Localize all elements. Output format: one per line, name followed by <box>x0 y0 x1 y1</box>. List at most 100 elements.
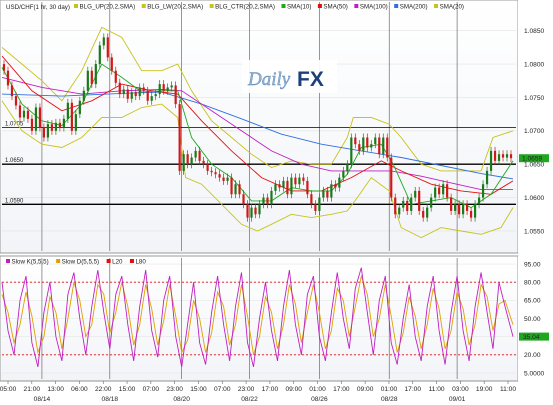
candle-body-102 <box>406 200 409 211</box>
time-tick-label-9: 07:00 <box>214 386 231 393</box>
candle-body-83 <box>330 184 333 198</box>
candle-body-46 <box>182 154 185 171</box>
time-tick-label-12: 09:00 <box>285 386 302 393</box>
date-label-3: 08/22 <box>241 396 258 403</box>
candle-body-127 <box>505 154 509 158</box>
candle-body-105 <box>418 190 421 211</box>
price-tick-label-0: 1.0850 <box>524 28 545 35</box>
candle-body-7 <box>26 110 30 119</box>
time-tick-label-18: 11:00 <box>429 386 445 393</box>
date-label-1: 08/18 <box>102 396 119 403</box>
candle-body-69 <box>274 184 277 191</box>
candle-body-35 <box>138 87 141 97</box>
candle-body-48 <box>190 157 193 165</box>
candle-body-115 <box>458 204 461 215</box>
time-tick-label-15: 09:00 <box>357 386 374 393</box>
price-tick-label-2: 1.0750 <box>524 95 545 102</box>
candle-body-19 <box>74 114 77 131</box>
candle-body-1 <box>2 64 6 71</box>
candle-body-118 <box>469 210 473 218</box>
price-tick-label-4: 1.0650 <box>524 162 545 169</box>
candle-body-111 <box>442 184 445 195</box>
stochastic-panel: Slow K(5,5,5) Slow D(5,5,5) L20 L80 <box>0 255 519 382</box>
time-tick-label-11: 17:00 <box>262 386 279 393</box>
time-tick-label-10: 23:00 <box>238 386 255 393</box>
candle-body-44 <box>174 85 177 105</box>
candle-body-57 <box>226 177 229 181</box>
logo-part-fx: FX <box>297 68 324 91</box>
candle-body-88 <box>350 137 353 165</box>
candle-body-122 <box>485 170 489 185</box>
candle-body-87 <box>346 164 349 171</box>
candle-body-65 <box>258 204 261 215</box>
time-tick-label-14: 17:00 <box>333 386 350 393</box>
time-tick-label-7: 23:00 <box>166 386 183 393</box>
candle-body-96 <box>382 137 385 155</box>
date-label-6: 09/01 <box>449 396 466 403</box>
stochastic-legend-swatch-1 <box>56 259 61 263</box>
time-tick-label-13: 01:00 <box>309 386 326 393</box>
candle-body-12 <box>46 124 50 138</box>
candle-body-16 <box>62 118 65 128</box>
candle-body-13 <box>50 124 54 131</box>
legend-label-2: BLG_CTR(20,2,SMA) <box>215 4 275 11</box>
candle-body-51 <box>202 160 205 165</box>
candle-body-10 <box>38 107 42 128</box>
price-tick-label-5: 1.0600 <box>524 195 545 202</box>
candle-body-27 <box>106 37 109 58</box>
stochastic-legend-swatch-2 <box>106 259 111 263</box>
candle-body-89 <box>354 137 357 145</box>
candle-body-84 <box>334 184 337 188</box>
candle-body-116 <box>462 204 465 215</box>
candle-body-41 <box>162 84 165 91</box>
candle-body-45 <box>178 104 181 171</box>
candle-body-66 <box>262 197 265 205</box>
candle-body-85 <box>338 177 341 188</box>
candle-body-82 <box>326 190 329 198</box>
date-label-0: 08/14 <box>34 396 51 403</box>
time-tick-label-5: 15:00 <box>119 386 136 393</box>
candle-body-109 <box>434 187 437 198</box>
candle-body-76 <box>302 177 305 181</box>
time-tick-label-8: 15:00 <box>190 386 207 393</box>
stochastic-tick-label-3: 50.00 <box>524 316 541 323</box>
legend-label-3: SMA(10) <box>287 4 311 11</box>
level-label-0: 1.0705 <box>5 121 24 127</box>
candle-body-47 <box>186 154 189 165</box>
candle-body-108 <box>430 197 433 208</box>
forex-chart: Daily FX 1.0705 1.0650 1.0590 USD/CHF(1 hr… <box>0 0 553 403</box>
candle-body-97 <box>386 137 389 158</box>
candle-body-93 <box>370 144 373 148</box>
level-label-2: 1.0590 <box>5 198 24 204</box>
dailyfx-logo: Daily FX <box>242 60 337 93</box>
candle-body-6 <box>22 110 26 118</box>
candle-body-124 <box>493 150 497 161</box>
stochastic-legend-swatch-0 <box>6 259 10 263</box>
candle-body-37 <box>146 90 149 101</box>
candle-body-91 <box>362 137 365 151</box>
candle-body-36 <box>142 87 145 91</box>
candle-body-30 <box>118 82 121 95</box>
time-tick-label-16: 01:00 <box>381 386 398 393</box>
legend-label-1: BLG_LW(20,2,SMA) <box>147 4 203 11</box>
candle-body-101 <box>402 200 405 208</box>
legend-swatch-3 <box>281 4 286 8</box>
candle-body-17 <box>66 102 69 119</box>
candle-body-77 <box>306 180 309 195</box>
candle-body-54 <box>214 172 217 175</box>
candle-body-92 <box>366 137 369 148</box>
candle-body-42 <box>166 87 169 91</box>
legend-swatch-5 <box>354 4 359 8</box>
candle-body-71 <box>282 180 285 188</box>
candle-body-125 <box>497 154 501 161</box>
instrument-label: USD/CHF(1 hr, 30 day) <box>6 4 70 11</box>
last-price-label: 1.0659 <box>522 156 543 163</box>
legend-label-4: SMA(50) <box>323 4 347 11</box>
candle-body-39 <box>154 94 157 97</box>
candle-body-75 <box>298 177 301 185</box>
candle-body-40 <box>158 84 161 95</box>
candle-body-22 <box>86 70 89 91</box>
candle-body-63 <box>250 207 253 218</box>
stochastic-tick-label-6: 5.0000 <box>524 370 545 377</box>
legend-label-5: SMA(100) <box>360 4 388 11</box>
